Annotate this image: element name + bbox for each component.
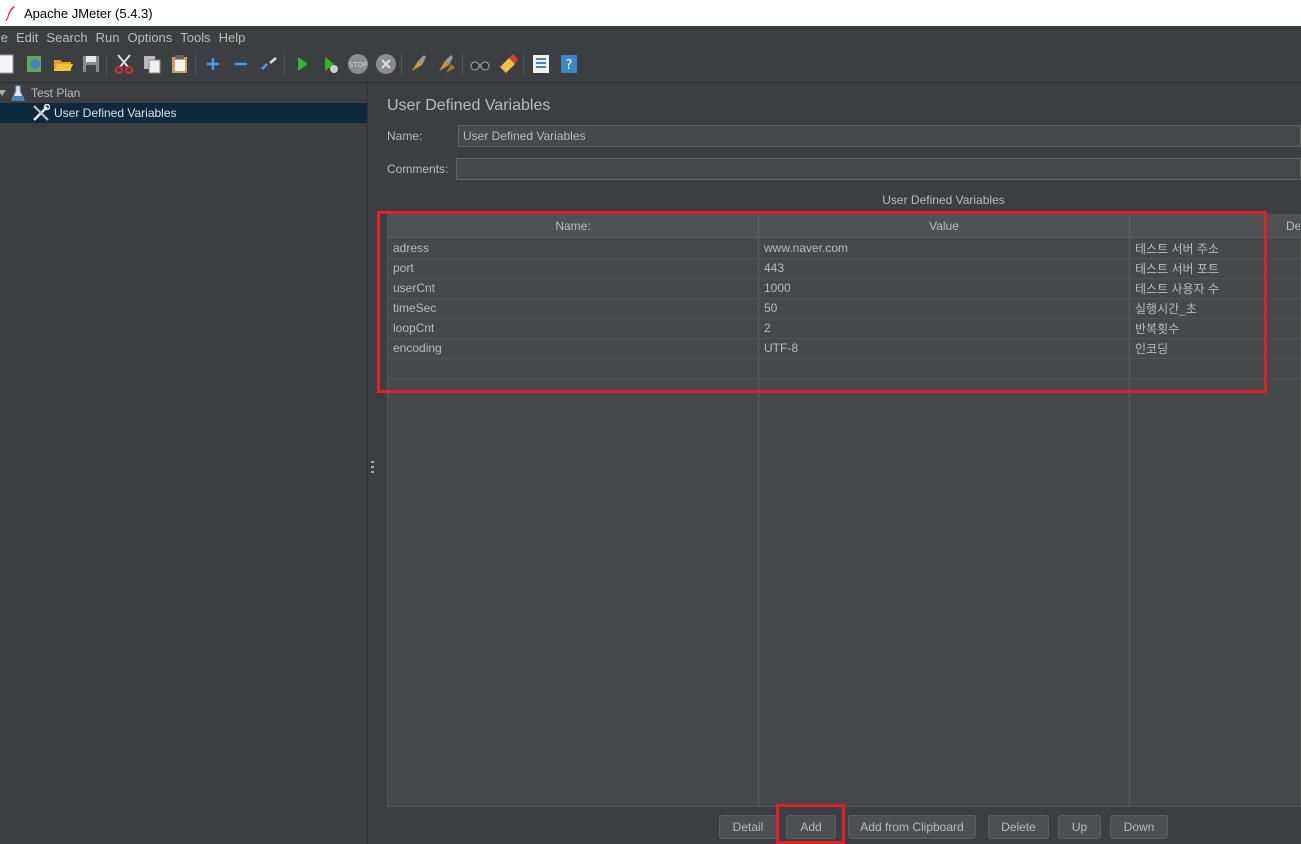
cell-value[interactable]: 50 (759, 298, 1130, 318)
toolbar-separator (462, 54, 463, 76)
toolbar: STOP ? (0, 48, 1301, 83)
menu-run[interactable]: Run (96, 30, 120, 45)
toolbar-separator (523, 54, 524, 76)
window-title: Apache JMeter (5.4.3) (24, 5, 153, 21)
table-row[interactable]: adress www.naver.com 테스트 서버 주소 (388, 238, 1300, 259)
start-icon[interactable] (291, 53, 313, 75)
comments-field[interactable] (456, 158, 1301, 180)
search-icon[interactable] (469, 53, 491, 75)
detail-button[interactable]: Detail (719, 815, 777, 839)
table-row[interactable]: timeSec 50 실행시간_초 (388, 298, 1300, 319)
table-row[interactable]: encoding UTF-8 인코딩 (388, 338, 1300, 359)
toolbar-separator (106, 54, 107, 76)
start-no-pause-icon[interactable] (319, 53, 341, 75)
clear-icon[interactable] (408, 53, 430, 75)
menu-file[interactable]: ile (0, 30, 8, 45)
save-icon[interactable] (80, 53, 102, 75)
add-from-clipboard-button[interactable]: Add from Clipboard (848, 815, 976, 839)
cell-value[interactable]: 2 (759, 318, 1130, 338)
shutdown-icon[interactable] (375, 53, 397, 75)
jmeter-feather-icon (4, 5, 18, 22)
tree-item-user-defined-variables[interactable]: User Defined Variables (0, 103, 367, 123)
menu-options[interactable]: Options (127, 30, 172, 45)
tree-item-test-plan[interactable]: Test Plan (0, 83, 80, 103)
clear-all-icon[interactable] (436, 53, 458, 75)
flask-icon (11, 85, 25, 101)
test-plan-tree: Test Plan User Defined Variables (0, 83, 367, 844)
cell-description[interactable]: 반복횟수 (1130, 318, 1300, 338)
column-header-value[interactable]: Value (759, 215, 1130, 237)
add-button[interactable]: Add (786, 815, 836, 839)
drag-handle-icon[interactable] (371, 461, 374, 475)
variables-table[interactable]: Name: Value Des adress www.naver.com 테스트… (387, 214, 1301, 807)
menu-bar: ile Edit Search Run Options Tools Help (0, 26, 1301, 49)
expand-arrow-icon[interactable] (0, 86, 8, 100)
name-field[interactable]: User Defined Variables (458, 125, 1301, 147)
wrench-icon (32, 103, 51, 122)
cell-name[interactable]: loopCnt (388, 318, 759, 338)
title-bar: Apache JMeter (5.4.3) (0, 0, 1301, 26)
menu-edit[interactable]: Edit (16, 30, 38, 45)
cell-description[interactable]: 테스트 사용자 수 (1130, 278, 1300, 298)
cell-description[interactable]: 실행시간_초 (1130, 298, 1300, 318)
cell-name[interactable]: port (388, 258, 759, 278)
cell-value[interactable]: 1000 (759, 278, 1130, 298)
cell-description[interactable]: 테스트 서버 포트 (1130, 258, 1300, 278)
menu-search[interactable]: Search (46, 30, 87, 45)
copy-icon[interactable] (141, 53, 163, 75)
cell-name[interactable]: adress (388, 238, 759, 258)
templates-icon[interactable] (24, 53, 46, 75)
stop-icon[interactable]: STOP (347, 53, 369, 75)
table-row[interactable]: loopCnt 2 반복횟수 (388, 318, 1300, 339)
cell-name[interactable]: userCnt (388, 278, 759, 298)
table-row[interactable]: userCnt 1000 테스트 사용자 수 (388, 278, 1300, 299)
down-button[interactable]: Down (1110, 815, 1168, 839)
reset-search-icon[interactable] (497, 53, 519, 75)
comments-label: Comments: (387, 162, 449, 176)
table-header: Name: Value Des (388, 215, 1300, 238)
help-icon[interactable]: ? (558, 53, 580, 75)
function-helper-icon[interactable] (530, 53, 552, 75)
menu-tools[interactable]: Tools (180, 30, 210, 45)
column-header-description[interactable]: Des (1130, 215, 1300, 237)
cut-icon[interactable] (113, 53, 135, 75)
cell-name[interactable]: encoding (388, 338, 759, 358)
user-defined-variables-panel: User Defined Variables Name: User Define… (377, 83, 1301, 844)
name-label: Name: (387, 129, 423, 143)
tree-item-label: User Defined Variables (54, 106, 177, 120)
cell-name[interactable]: timeSec (388, 298, 759, 318)
toggle-icon[interactable] (258, 53, 280, 75)
cell-description[interactable]: 인코딩 (1130, 338, 1300, 358)
menu-help[interactable]: Help (219, 30, 246, 45)
delete-button[interactable]: Delete (988, 815, 1049, 839)
svg-text:?: ? (566, 58, 573, 73)
up-button[interactable]: Up (1058, 815, 1101, 839)
table-row-empty[interactable] (388, 358, 1300, 379)
cell-value[interactable]: www.naver.com (759, 238, 1130, 258)
page-title: User Defined Variables (387, 97, 551, 114)
expand-icon[interactable] (202, 53, 224, 75)
table-row[interactable]: port 443 테스트 서버 포트 (388, 258, 1300, 279)
new-icon[interactable] (0, 53, 18, 75)
collapse-icon[interactable] (230, 53, 252, 75)
paste-icon[interactable] (169, 53, 191, 75)
column-header-name[interactable]: Name: (388, 215, 759, 237)
tree-item-label: Test Plan (31, 86, 81, 100)
toolbar-separator (195, 54, 196, 76)
cell-value[interactable]: 443 (759, 258, 1130, 278)
open-icon[interactable] (52, 53, 74, 75)
cell-description[interactable]: 테스트 서버 주소 (1130, 238, 1300, 258)
svg-text:STOP: STOP (349, 61, 367, 69)
cell-value[interactable]: UTF-8 (759, 338, 1130, 358)
table-caption: User Defined Variables (882, 193, 1005, 207)
toolbar-separator (284, 54, 285, 76)
toolbar-separator (401, 54, 402, 76)
